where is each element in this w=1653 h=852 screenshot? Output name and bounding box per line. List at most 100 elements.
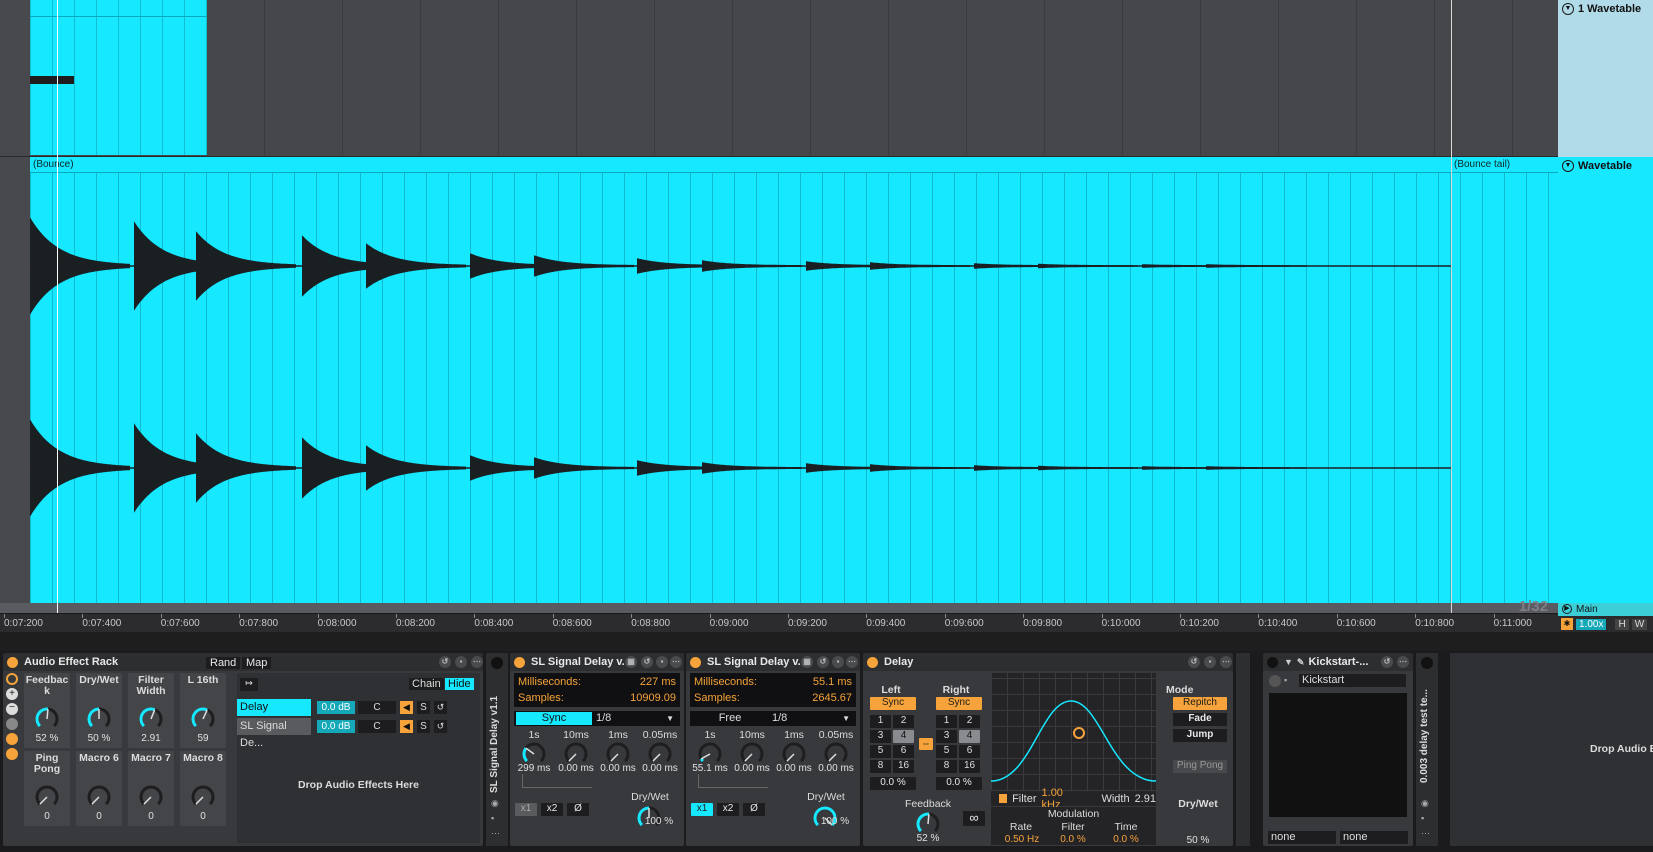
macro-2[interactable]: Dry/Wet 50 % <box>76 673 122 748</box>
zoom-width-button[interactable]: W <box>1631 618 1648 630</box>
audio-effect-rack-title-bar[interactable]: Audio Effect Rack Rand Map ↺ ▪ ⋯ <box>3 653 483 671</box>
macro-knob[interactable] <box>34 784 60 810</box>
macro-knob[interactable] <box>34 706 60 732</box>
beat-button[interactable]: 16 <box>959 760 980 773</box>
audio-clip-bounce[interactable]: (Bounce) (Bounce tail) <box>30 157 1558 603</box>
power-icon[interactable] <box>1267 656 1278 668</box>
beat-button[interactable]: 3 <box>870 730 891 743</box>
chain-button[interactable]: Chain <box>409 678 444 690</box>
macro-knob[interactable] <box>190 784 216 810</box>
wrench-icon[interactable]: ✎ <box>1297 657 1305 668</box>
macro-1[interactable]: Feedbac k 52 % <box>24 673 70 748</box>
mode-repitch-button[interactable]: Repitch <box>1173 697 1227 710</box>
x2-button[interactable]: x2 <box>541 803 563 816</box>
add-macro-icon[interactable]: + <box>6 688 18 700</box>
playhead[interactable] <box>57 0 58 613</box>
chain-activator-icon[interactable] <box>491 657 503 669</box>
mode-jump-button[interactable]: Jump <box>1173 729 1227 742</box>
time-ruler[interactable]: 0:07:200 0:07:400 0:07:600 0:07:800 0:08:000… <box>0 598 1558 632</box>
chain-row[interactable]: Delay 0.0 dB C ◀ S ↺ <box>237 699 480 716</box>
freeze-infinity-button[interactable]: ∞ <box>963 811 985 826</box>
x1-button[interactable]: x1 <box>515 803 537 816</box>
macro-view-icon[interactable] <box>6 673 18 685</box>
macro-knob[interactable] <box>138 784 164 810</box>
menu-icon[interactable]: ⋯ <box>670 656 682 668</box>
midi-note[interactable] <box>30 76 74 84</box>
audio-effect-rack[interactable]: Audio Effect Rack Rand Map ↺ ▪ ⋯ + − Fee… <box>3 653 483 846</box>
sync-mode-toggle[interactable]: Sync <box>516 712 592 725</box>
menu-icon[interactable]: ⋯ <box>491 828 500 839</box>
devices-icon[interactable] <box>6 748 18 760</box>
fold-icon[interactable]: ▼ <box>1562 160 1574 173</box>
save-icon[interactable]: ▪ <box>656 656 668 668</box>
delay-device[interactable]: Delay ↺ ▪ ⋯ Left Right Sync Sync 1234568… <box>863 653 1233 846</box>
sl-signal-delay-2[interactable]: SL Signal Delay v... ▦ ↺ ▪ ⋯ Millisecond… <box>686 653 860 846</box>
macro-6[interactable]: Macro 6 0 <box>76 751 122 826</box>
time-value[interactable]: 0.0 % <box>1101 834 1151 845</box>
power-icon[interactable] <box>690 656 701 668</box>
menu-icon[interactable]: ⋯ <box>1421 828 1430 839</box>
macro-7[interactable]: Macro 7 0 <box>128 751 174 826</box>
calendar-icon[interactable]: ▦ <box>801 656 813 668</box>
beat-button[interactable]: 4 <box>959 730 980 743</box>
calendar-icon[interactable]: ▦ <box>625 656 637 668</box>
audio-clip-header[interactable]: (Bounce) (Bounce tail) <box>30 157 1558 173</box>
menu-icon[interactable]: ⋯ <box>846 656 858 668</box>
play-icon[interactable]: ▶ <box>1562 604 1572 615</box>
kickstart-preset-field[interactable]: Kickstart <box>1299 674 1406 687</box>
menu-icon[interactable]: ⋯ <box>1220 656 1232 668</box>
hide-button[interactable]: Hide <box>445 678 474 690</box>
beat-button[interactable]: 4 <box>893 730 914 743</box>
beat-button[interactable]: 5 <box>936 745 957 758</box>
filter-toggle[interactable] <box>999 794 1008 803</box>
save-icon[interactable]: ▪ <box>1204 656 1216 668</box>
beat-button[interactable]: 6 <box>893 745 914 758</box>
left-sync-button[interactable]: Sync <box>870 697 916 710</box>
kickstart-input-2[interactable]: none <box>1340 831 1408 844</box>
sl-delay-title-bar[interactable]: SL Signal Delay v... ▦ ↺ ▪ ⋯ <box>510 653 684 671</box>
preset-icon[interactable] <box>1269 675 1281 687</box>
mod-filter-value[interactable]: 0.0 % <box>1048 834 1098 845</box>
speaker-icon[interactable]: ◀ <box>400 720 413 733</box>
device-icon[interactable]: ◉ <box>1421 798 1429 809</box>
chain-volume[interactable]: 0.0 dB <box>317 701 355 714</box>
device-icon[interactable]: ◉ <box>491 798 499 809</box>
ping-pong-button[interactable]: Ping Pong <box>1173 760 1227 773</box>
macro-3[interactable]: Filter Width 2.91 <box>128 673 174 748</box>
macro-knob[interactable] <box>190 706 216 732</box>
speaker-icon[interactable]: ◀ <box>400 701 413 714</box>
chain-row[interactable]: SL Signal De... 0.0 dB C ◀ S ↺ <box>237 718 480 749</box>
menu-icon[interactable]: ⋯ <box>1397 656 1409 668</box>
remove-macro-icon[interactable]: − <box>6 703 18 715</box>
kickstart-input-1[interactable]: none <box>1268 831 1336 844</box>
hot-swap-icon[interactable]: ↺ <box>1381 656 1393 668</box>
chain-name[interactable]: SL Signal De... <box>237 718 311 749</box>
fold-icon[interactable]: ▼ <box>1284 657 1293 667</box>
save-icon[interactable]: ▪ <box>455 656 467 668</box>
hot-swap-icon[interactable]: ↺ <box>641 656 653 668</box>
beat-button[interactable]: 6 <box>959 745 980 758</box>
hot-swap-icon[interactable]: ↺ <box>434 720 447 733</box>
beat-button[interactable]: 3 <box>936 730 957 743</box>
kickstart-device[interactable]: ▼ ✎ Kickstart-... ↺ ⋯ ▪ Kickstart none n… <box>1263 653 1413 846</box>
chain-volume[interactable]: 0.0 dB <box>317 720 355 733</box>
save-icon[interactable]: ▪ <box>491 813 494 823</box>
delay-title-bar[interactable]: Delay ↺ ▪ ⋯ <box>863 653 1233 671</box>
drop-zone-right[interactable]: Drop Audio E <box>1450 653 1653 846</box>
link-icon[interactable]: ⇔ <box>919 738 933 750</box>
menu-icon[interactable]: ⋯ <box>471 656 483 668</box>
track-header-1-wavetable[interactable]: ▼ 1 Wavetable <box>1558 0 1653 157</box>
phase-invert-button[interactable]: Ø <box>567 803 589 816</box>
macro-knob[interactable] <box>86 706 112 732</box>
beat-button[interactable]: 16 <box>893 760 914 773</box>
loop-end-marker[interactable] <box>1451 0 1452 613</box>
beat-button[interactable]: 2 <box>893 715 914 728</box>
macro-4[interactable]: L 16th 59 <box>180 673 226 748</box>
division-select[interactable]: 1/8 ▼ <box>772 712 852 725</box>
chain-pan[interactable]: C <box>358 701 396 714</box>
power-icon[interactable] <box>867 656 878 668</box>
drywet-knob[interactable] <box>1186 811 1212 837</box>
macro-knob[interactable] <box>86 784 112 810</box>
camera-icon[interactable] <box>6 718 18 730</box>
right-offset-field[interactable]: 0.0 % <box>936 777 982 790</box>
